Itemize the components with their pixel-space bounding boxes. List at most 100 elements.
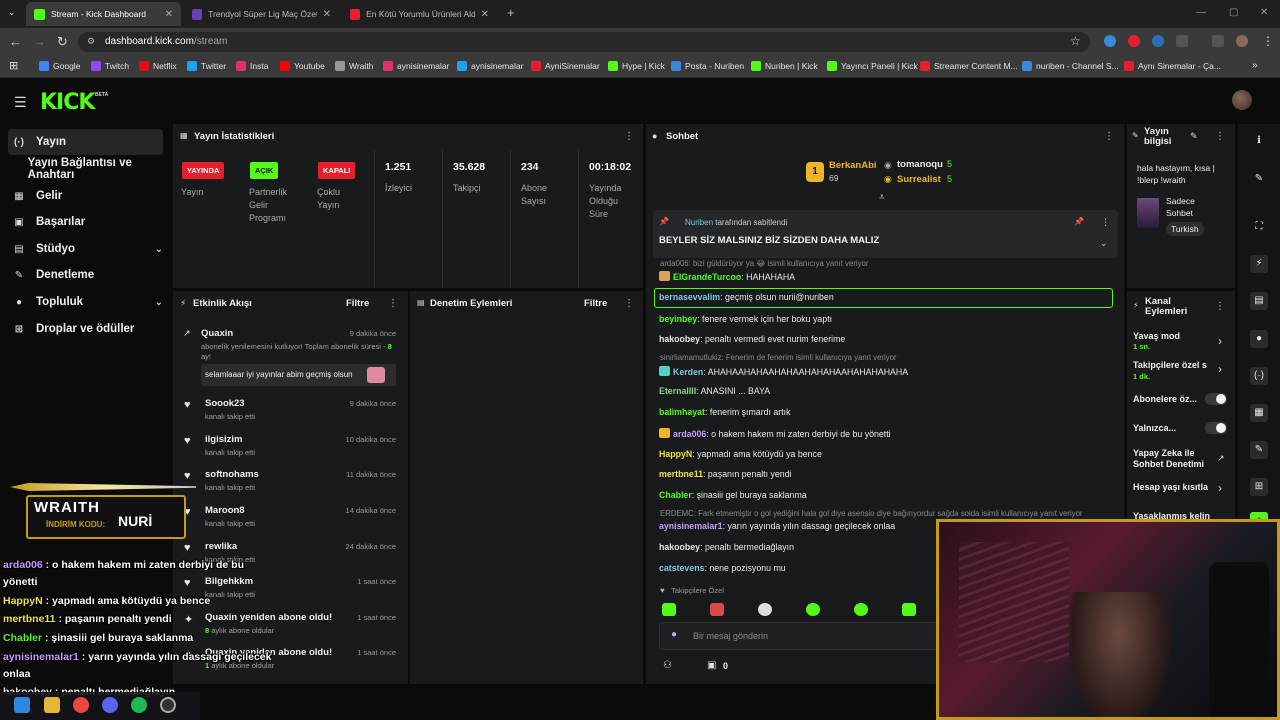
maximize-icon[interactable]: ▢ [1229,7,1238,18]
bookmark-item[interactable]: Youtube [280,61,325,71]
address-bar[interactable] [78,32,1090,52]
moderation-icon[interactable]: ▦ [1250,404,1268,422]
bookmark-item[interactable]: Yayıncı Paneli | Kick [827,61,918,71]
grid-icon[interactable]: ⊞ [1250,478,1268,496]
edit-icon[interactable]: ✎ [1190,131,1198,142]
sidebar-item-gelir[interactable]: ▦ Gelir [8,183,163,209]
chat-username[interactable]: catstevens [659,563,704,573]
extension-puzzle-icon[interactable] [1176,35,1188,47]
bookmark-item[interactable]: Google [39,61,80,71]
chat-username[interactable]: Chabler [659,490,692,500]
external-link-icon[interactable]: ↗ [1217,453,1225,464]
broadcast-icon[interactable]: (·) [1250,367,1268,385]
chevron-right-icon[interactable]: › [1218,481,1222,495]
tab-youtube[interactable]: En Kötü Yorumlu Ürünleri Aldım ✕ [342,2,497,26]
close-icon[interactable]: ✕ [165,9,173,20]
emote-icon[interactable] [758,603,772,616]
document-icon[interactable]: ▤ [1250,292,1268,310]
chat-username[interactable]: HappyN [659,449,692,459]
new-tab-button[interactable]: + [507,5,515,20]
bookmark-item[interactable]: aynisinemalar [457,61,523,71]
windows-icon[interactable] [14,697,30,713]
bookmark-item[interactable]: Streamer Content M... [920,61,1018,71]
chevron-down-icon[interactable]: ⌄ [1100,238,1108,249]
fullscreen-icon[interactable]: ⛶ [1250,218,1268,236]
bookmark-item[interactable]: AyniSinemalar [531,61,600,71]
bookmark-item[interactable]: Aynı Sinemalar - Ça... [1124,61,1221,71]
folder-icon[interactable] [44,697,60,713]
chat-username[interactable]: hakoobey [659,542,700,552]
activity-filter-button[interactable]: Filtre [346,298,369,309]
sidebar-item-topluluk[interactable]: ● Topluluk ⌄ [8,289,163,315]
emote-icon[interactable] [902,603,916,616]
back-icon[interactable]: ← [9,34,22,49]
chat-icon[interactable]: ● [1250,330,1268,348]
apps-icon[interactable]: ⊞ [9,59,18,72]
spotify-icon[interactable] [131,697,147,713]
chat-username[interactable]: aynisinemalar1 [659,521,723,531]
chat-username[interactable]: mertbne11 [659,469,703,479]
sidebar-item-stream-key[interactable]: Yayın Bağlantısı ve Anahtarı [8,156,173,182]
bookmark-item[interactable]: Insta [236,61,268,71]
chat-username[interactable]: balimhayat [659,407,705,417]
info-icon[interactable]: ℹ [1250,132,1268,150]
bookmark-item[interactable]: nuriben - Channel S... [1022,61,1119,71]
emote-icon[interactable] [854,603,868,616]
sidebar-item-yayin[interactable]: (·) Yayın [8,129,163,155]
sidebar-item-droplar[interactable]: ⊞ Droplar ve ödüller [8,316,163,342]
emote-icon[interactable] [710,603,724,616]
bookmark-item[interactable]: Nuriben | Kick [751,61,818,71]
emote-only-toggle[interactable] [1205,422,1227,434]
unpin-icon[interactable]: 📌 [1074,217,1084,226]
slow-mode-label[interactable]: Yavaş mod [1133,331,1180,342]
site-info-icon[interactable]: ⚙ [87,36,95,47]
moderation-filter-button[interactable]: Filtre [584,298,607,309]
wrench-icon[interactable]: ✎ [1250,441,1268,459]
emote-only-label[interactable]: Yalnızca... [1133,423,1176,434]
bookmark-item[interactable]: Twitch [91,61,129,71]
bookmark-star-icon[interactable]: ☆ [1070,34,1081,48]
forward-icon[interactable]: → [33,34,46,49]
extension-icon[interactable] [1128,35,1140,47]
chrome-icon[interactable] [73,697,89,713]
kick-logo[interactable]: KICK [40,90,95,115]
minimize-icon[interactable]: — [1196,7,1206,18]
more-options-icon[interactable]: ⋮ [624,298,634,309]
chevron-right-icon[interactable]: › [1218,362,1222,376]
close-icon[interactable]: ✕ [323,9,331,20]
tab-search-button[interactable]: ⌄ [8,7,16,18]
sidebar-item-denetleme[interactable]: ✎ Denetleme [8,262,163,288]
bookmark-item[interactable]: aynisinemalar [383,61,449,71]
bookmark-item[interactable]: Posta - Nuriben [671,61,744,71]
hamburger-menu-icon[interactable]: ☰ [14,94,27,111]
profile-icon[interactable] [1236,35,1248,47]
media-icon[interactable] [1212,35,1224,47]
more-options-icon[interactable]: ⋮ [388,298,398,309]
chat-username[interactable]: hakoobey [659,334,700,344]
points-icon[interactable]: ▣ [707,660,716,671]
community-icon[interactable]: ⚇ [663,660,672,671]
obs-icon[interactable] [160,697,176,713]
chat-username[interactable]: arda006 [673,429,706,439]
close-icon[interactable]: ✕ [481,9,489,20]
extension-icon[interactable] [1104,35,1116,47]
more-options-icon[interactable]: ⋮ [1101,217,1110,228]
bookmark-item[interactable]: Twitter [187,61,226,71]
shield-icon[interactable] [1152,35,1164,47]
sidebar-item-basarilar[interactable]: ▣ Başarılar [8,209,163,235]
tab-trendyol[interactable]: Trendyol Süper Lig Maç Özetler ✕ [184,2,339,26]
chat-username[interactable]: bernasevvalim [659,292,720,302]
reload-icon[interactable]: ↻ [57,34,68,50]
chevron-right-icon[interactable]: › [1218,334,1222,348]
bookmark-item[interactable]: Hype | Kick [608,61,665,71]
chat-username[interactable]: EternalIII [659,386,696,396]
more-options-icon[interactable]: ⋮ [1104,131,1114,142]
emote-icon[interactable] [806,603,820,616]
account-age-label[interactable]: Hesap yaşı kısıtla [1133,482,1208,493]
sidebar-item-studyo[interactable]: ▤ Stüdyo ⌄ [8,236,163,262]
avatar[interactable] [1232,90,1252,110]
more-options-icon[interactable]: ⋮ [1215,301,1225,312]
ai-moderation-label[interactable]: Yapay Zeka ile Sohbet Denetimi [1133,448,1218,470]
close-window-icon[interactable]: ✕ [1260,7,1268,18]
chat-username[interactable]: Kerden [673,367,703,377]
